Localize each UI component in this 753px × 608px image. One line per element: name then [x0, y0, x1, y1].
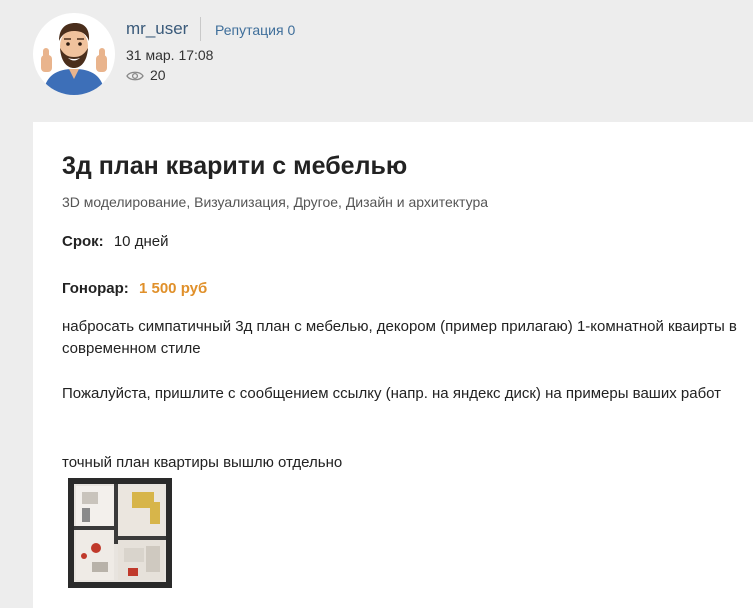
post-description-1: набросать симпатичный 3д план с мебелью,… [62, 318, 737, 357]
post-card: 3д план кварити с мебелью 3D моделирован… [33, 122, 753, 608]
post-description-2: Пожалуйста, пришлите с сообщением ссылку… [62, 385, 722, 402]
avatar[interactable] [33, 13, 115, 95]
post-categories: 3D моделирование, Визуализация, Другое, … [62, 194, 489, 210]
header-divider [200, 17, 201, 41]
term-row: Срок: 10 дней [62, 233, 168, 250]
post-description-3: точный план квартиры вышлю отдельно [62, 454, 343, 471]
author-username[interactable]: mr_user [126, 19, 188, 39]
fee-row: Гонорар: 1 500 руб [62, 280, 207, 297]
eye-icon [126, 69, 144, 81]
author-reputation[interactable]: Репутация 0 [215, 22, 295, 38]
post-date: 31 мар. 17:08 [126, 47, 214, 63]
fee-label: Гонорар: [62, 280, 129, 297]
term-label: Срок: [62, 233, 104, 250]
post-title: 3д план кварити с мебелью [62, 152, 408, 180]
floorplan-thumbnail[interactable] [68, 478, 172, 588]
view-count: 20 [126, 67, 166, 83]
post-author-header: mr_user Репутация 0 31 мар. 17:08 20 [0, 0, 753, 122]
fee-value: 1 500 руб [138, 280, 208, 297]
view-count-value: 20 [150, 67, 166, 83]
term-value: 10 дней [113, 233, 169, 250]
